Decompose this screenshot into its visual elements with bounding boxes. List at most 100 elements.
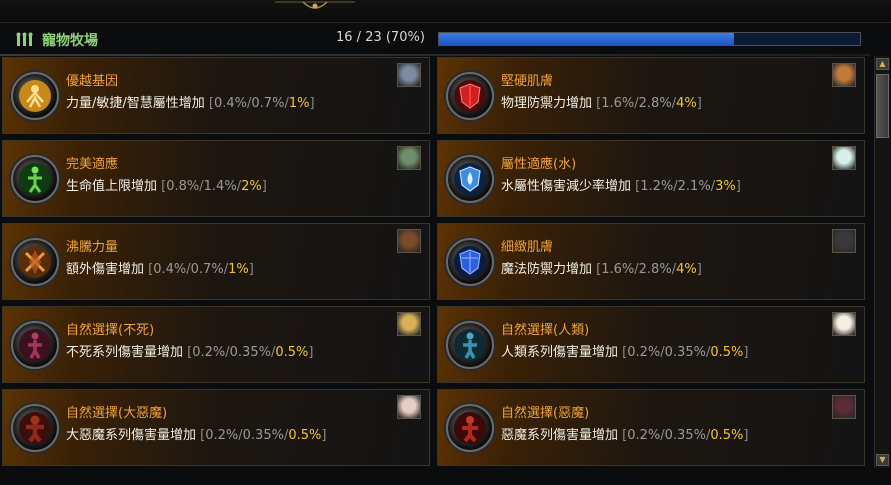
bonus-effect-text: 惡魔系列傷害量增加	[501, 428, 619, 443]
bonus-description: 額外傷害增加 [0.4%/0.7%/1%]	[66, 262, 254, 277]
bonus-value-tier1: 1.6%	[601, 262, 635, 277]
bonus-card[interactable]: 細緻肌膚魔法防禦力增加 [1.6%/2.8%/4%]	[437, 223, 865, 300]
bonus-description: 力量/敏捷/智慧屬性增加 [0.4%/0.7%/1%]	[66, 96, 315, 111]
collection-progress-fill	[439, 33, 734, 45]
bonus-name: 沸騰力量	[66, 240, 119, 255]
bonus-card[interactable]: 自然選擇(不死) 不死系列傷害量增加 [0.2%/0.35%/0.5%]	[2, 306, 430, 383]
fox-pet-icon[interactable]	[832, 63, 856, 87]
bonus-effect-text: 力量/敏捷/智慧屬性增加	[66, 96, 205, 111]
pet-ranch-header: 寵物牧場 16 / 23 (70%)	[0, 24, 891, 52]
bonus-value-tier1: 1.6%	[601, 96, 635, 111]
bonus-card[interactable]: 自然選擇(惡魔) 惡魔系列傷害量增加 [0.2%/0.35%/0.5%]	[437, 389, 865, 466]
bonus-effect-text: 物理防禦力增加	[501, 96, 593, 111]
bonus-value-tier1: 0.2%	[192, 345, 226, 360]
sprout-pet-icon[interactable]	[832, 146, 856, 170]
scroll-down-button[interactable]: ▼	[876, 454, 889, 466]
bonus-value-tier3: 4%	[676, 96, 697, 111]
scroll-up-button[interactable]: ▲	[876, 58, 889, 70]
bonus-description: 不死系列傷害量增加 [0.2%/0.35%/0.5%]	[66, 345, 314, 360]
undead-figure-icon	[11, 321, 59, 369]
bonus-effect-text: 額外傷害增加	[66, 262, 145, 277]
bonus-description: 生命值上限增加 [0.8%/1.4%/2%]	[66, 179, 267, 194]
bonus-value-tier3: 0.5%	[288, 428, 322, 443]
bonus-value-tier1: 0.2%	[627, 345, 661, 360]
goblin-pet-icon[interactable]	[397, 146, 421, 170]
red-shield-icon	[446, 72, 494, 120]
bonus-value-tier3: 1%	[288, 96, 310, 111]
bonus-value-tier2: 0.7%	[251, 96, 285, 111]
bonus-value-tier2: 2.1%	[677, 179, 711, 194]
bonus-card[interactable]: 沸騰力量額外傷害增加 [0.4%/0.7%/1%]	[2, 223, 430, 300]
bonus-value-tier2: 0.35%	[242, 428, 284, 443]
bonus-value-tier1: 0.2%	[627, 428, 661, 443]
bonus-description: 物理防禦力增加 [1.6%/2.8%/4%]	[501, 96, 702, 111]
bonus-card[interactable]: 自然選擇(大惡魔) 大惡魔系列傷害量增加 [0.2%/0.35%/0.5%]	[2, 389, 430, 466]
collection-progress-bar	[438, 32, 861, 46]
bonus-value-tier2: 0.35%	[664, 428, 706, 443]
gray-wolf-pet-icon[interactable]	[397, 63, 421, 87]
bonus-value-tier2: 2.8%	[638, 262, 672, 277]
bonus-card[interactable]: 優越基因力量/敏捷/智慧屬性增加 [0.4%/0.7%/1%]	[2, 57, 430, 134]
bonus-value-tier1: 1.2%	[640, 179, 674, 194]
blue-water-shield-icon	[446, 155, 494, 203]
bonus-card[interactable]: 屬性適應(水) 水屬性傷害減少率增加 [1.2%/2.1%/3%]	[437, 140, 865, 217]
bonus-value-tier2: 0.35%	[664, 345, 706, 360]
bonus-effect-text: 生命值上限增加	[66, 179, 158, 194]
green-figure-icon	[11, 155, 59, 203]
bonus-value-tier1: 0.4%	[213, 96, 248, 111]
bonus-name: 堅硬肌膚	[501, 74, 554, 89]
bonus-value-tier1: 0.2%	[205, 428, 239, 443]
window-top-frame	[0, 0, 891, 23]
bonus-name: 自然選擇(大惡魔)	[66, 406, 168, 421]
bonus-value-tier3: 0.5%	[710, 428, 744, 443]
page-title: 寵物牧場	[42, 33, 98, 49]
girl-pet-icon[interactable]	[397, 395, 421, 419]
bonus-effect-text: 人類系列傷害量增加	[501, 345, 619, 360]
bonus-name: 完美適應	[66, 157, 119, 172]
bonus-effect-text: 水屬性傷害減少率增加	[501, 179, 632, 194]
dark-girl-pet-icon[interactable]	[832, 395, 856, 419]
bonus-value-tier3: 3%	[715, 179, 736, 194]
panda-pet-icon[interactable]	[832, 229, 856, 253]
bonus-value-tier2: 2.8%	[638, 96, 672, 111]
white-dog-pet-icon[interactable]	[832, 312, 856, 336]
bonus-value-tier2: 0.35%	[229, 345, 271, 360]
bonus-effect-text: 大惡魔系列傷害量增加	[66, 428, 197, 443]
bonus-name: 自然選擇(惡魔)	[501, 406, 590, 421]
bonus-card[interactable]: 完美適應生命值上限增加 [0.8%/1.4%/2%]	[2, 140, 430, 217]
bonus-value-tier1: 0.4%	[153, 262, 187, 277]
bonus-value-tier3: 1%	[228, 262, 249, 277]
bonus-effect-text: 魔法防禦力增加	[501, 262, 593, 277]
demon-figure-icon	[446, 404, 494, 452]
bonus-effect-text: 不死系列傷害量增加	[66, 345, 184, 360]
bonus-name: 細緻肌膚	[501, 240, 554, 255]
bonus-card[interactable]: 堅硬肌膚物理防禦力增加 [1.6%/2.8%/4%]	[437, 57, 865, 134]
blue-shield-icon	[446, 238, 494, 286]
bonus-name: 屬性適應(水)	[501, 157, 577, 172]
bonus-name: 優越基因	[66, 74, 119, 89]
scrollbar[interactable]: ▲ ▼	[874, 56, 890, 468]
bonus-value-tier3: 4%	[676, 262, 697, 277]
archdemon-figure-icon	[11, 404, 59, 452]
bonus-description: 人類系列傷害量增加 [0.2%/0.35%/0.5%]	[501, 345, 749, 360]
bonus-value-tier3: 2%	[241, 179, 262, 194]
bear-pet-icon[interactable]	[397, 229, 421, 253]
crossed-swords-icon	[11, 238, 59, 286]
bonus-value-tier3: 0.5%	[275, 345, 309, 360]
header-divider	[0, 54, 870, 56]
bonus-card[interactable]: 自然選擇(人類) 人類系列傷害量增加 [0.2%/0.35%/0.5%]	[437, 306, 865, 383]
bonus-value-tier3: 0.5%	[710, 345, 744, 360]
bonus-value-tier1: 0.8%	[166, 179, 200, 194]
bonus-description: 大惡魔系列傷害量增加 [0.2%/0.35%/0.5%]	[66, 428, 327, 443]
ornament-icon	[275, 1, 355, 9]
lion-pet-icon[interactable]	[397, 312, 421, 336]
bonus-description: 水屬性傷害減少率增加 [1.2%/2.1%/3%]	[501, 179, 741, 194]
pet-ranch-icon	[16, 32, 33, 46]
bonus-name: 自然選擇(人類)	[501, 323, 590, 338]
scroll-thumb[interactable]	[876, 74, 889, 138]
collection-progress-text: 16 / 23 (70%)	[336, 30, 425, 45]
human-figure-icon	[446, 321, 494, 369]
gold-figure-icon	[11, 72, 59, 120]
bonus-description: 魔法防禦力增加 [1.6%/2.8%/4%]	[501, 262, 702, 277]
bonus-value-tier2: 1.4%	[203, 179, 237, 194]
